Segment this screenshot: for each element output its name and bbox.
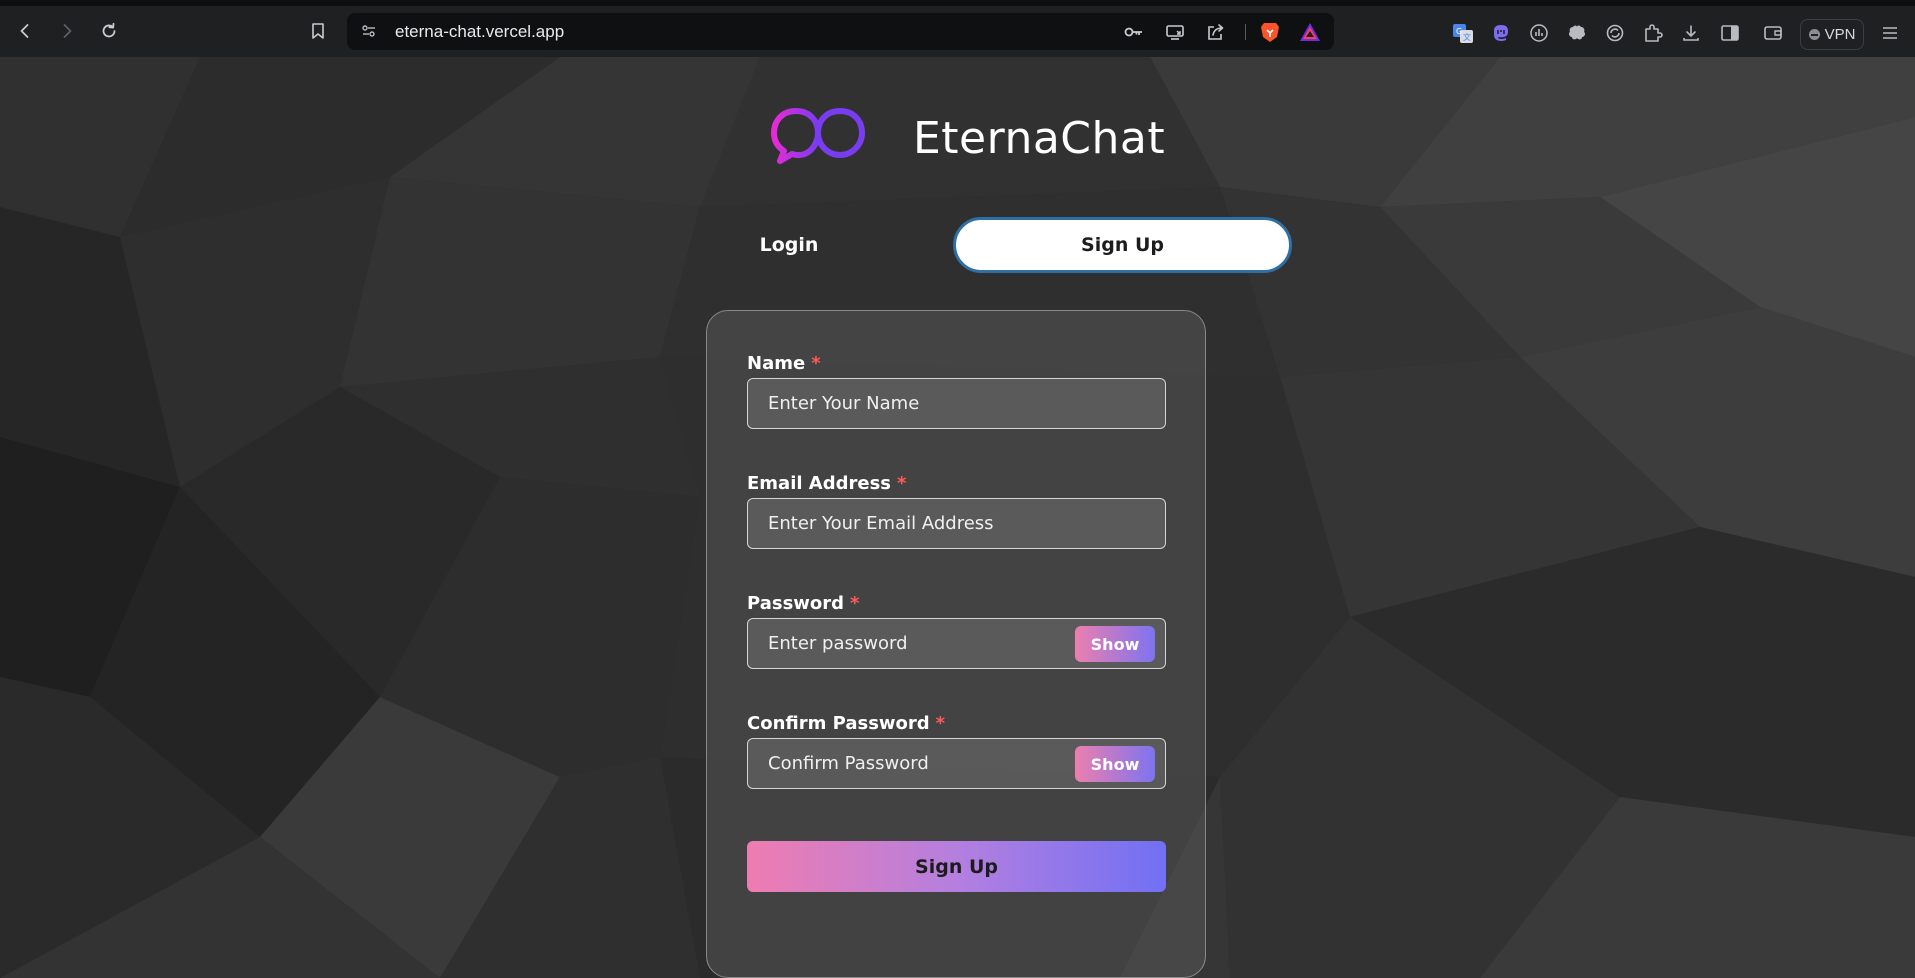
signup-form-card: Name* Email Address* Password* Show Conf… [706,310,1206,978]
email-input[interactable] [748,499,1165,548]
puzzle-icon[interactable] [1642,22,1664,44]
reload-icon [102,22,116,38]
hamburger-icon[interactable] [1879,22,1901,44]
share-icon[interactable] [1205,22,1227,42]
brave-lion-icon[interactable] [1259,22,1281,42]
infinity-chat-logo-icon [771,107,866,164]
sync-icon[interactable] [1604,22,1626,44]
vpn-label: VPN [1824,26,1856,43]
arrow-right-icon [63,24,72,38]
name-label: Name * [747,353,821,374]
arrow-left-icon [20,24,29,38]
tune-icon[interactable] [361,23,377,43]
url-text[interactable]: eterna-chat.vercel.app [395,22,564,42]
brand-header: EternaChat [768,101,1165,185]
vpn-button[interactable]: VPN [1800,19,1864,50]
reload-button[interactable] [94,16,124,46]
brand-name: EternaChat [913,113,1166,164]
translate-icon[interactable]: G文 [1452,22,1474,44]
name-field-wrapper [747,378,1166,429]
svg-text:G: G [1456,27,1462,36]
url-divider [1245,24,1246,40]
sidebar-icon[interactable] [1719,22,1741,44]
vpn-status-icon [1808,29,1820,40]
stats-icon[interactable] [1528,22,1550,44]
name-input[interactable] [748,379,1165,428]
key-icon[interactable] [1123,22,1145,42]
cast-icon[interactable] [1164,22,1186,42]
password-label: Password * [747,593,860,614]
mastodon-icon[interactable] [1490,22,1512,44]
confirm-password-label: Confirm Password * [747,713,946,734]
forward-button[interactable] [52,16,82,46]
show-confirm-password-button[interactable]: Show [1075,746,1155,782]
email-field-wrapper [747,498,1166,549]
password-field-wrapper: Show [747,618,1166,669]
triangle-icon[interactable] [1299,22,1321,42]
tab-signup[interactable]: Sign Up [953,217,1292,273]
back-button[interactable] [10,16,40,46]
browser-toolbar: eterna-chat.vercel.app G文 VPN [0,0,1915,57]
tab-login[interactable]: Login [711,217,867,273]
brain-icon[interactable] [1566,22,1588,44]
confirm-password-field-wrapper: Show [747,738,1166,789]
show-password-button[interactable]: Show [1075,626,1155,662]
page-viewport: EternaChat Login Sign Up Name* Email Add… [0,57,1915,978]
svg-text:文: 文 [1463,32,1471,42]
address-bar[interactable]: eterna-chat.vercel.app [347,13,1334,50]
email-label: Email Address * [747,473,907,494]
bookmark-icon [312,23,324,39]
wallet-icon[interactable] [1762,22,1784,44]
bookmark-button[interactable] [303,16,333,46]
download-icon[interactable] [1680,22,1702,44]
signup-submit-button[interactable]: Sign Up [747,841,1166,892]
